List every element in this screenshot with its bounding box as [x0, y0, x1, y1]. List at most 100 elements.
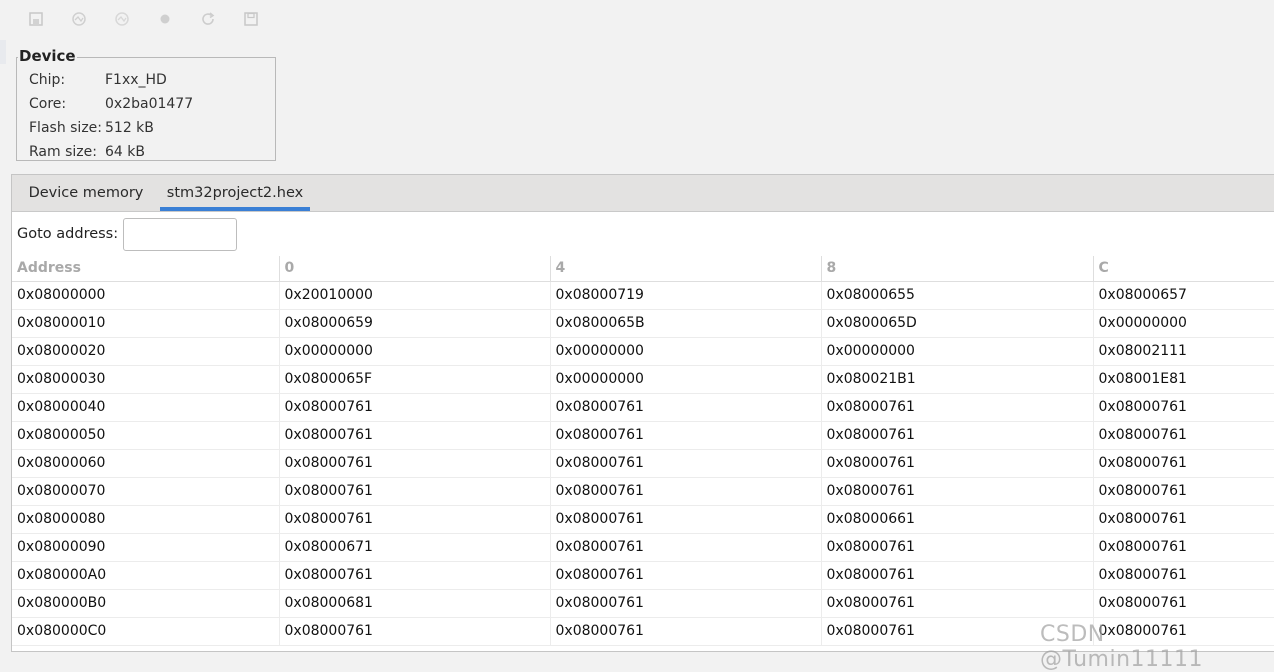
table-row[interactable]: 0x08000010 0x08000659 0x0800065B 0x0800065D… [12, 309, 1274, 338]
data-cell: 0x08000719 [550, 281, 822, 310]
chip-row: Chip: F1xx_HD [29, 71, 167, 89]
data-cell: 0x08000761 [821, 561, 1094, 590]
address-cell: 0x08000050 [12, 421, 280, 450]
flash-size-value: 512 kB [105, 120, 154, 136]
data-cell: 0x08000655 [821, 281, 1094, 310]
device-group-title: Device [18, 47, 77, 65]
header-offset-0[interactable]: 0 [279, 256, 551, 282]
data-cell: 0x08000761 [279, 421, 551, 450]
data-cell: 0x0800065F [279, 365, 551, 394]
table-row[interactable]: 0x08000090 0x08000671 0x08000761 0x08000761… [12, 533, 1274, 562]
header-address[interactable]: Address [12, 256, 280, 282]
save-icon[interactable] [229, 6, 272, 32]
memory-table: Address 0 4 8 C 0x08000000 0x20010000 0x08… [12, 256, 1274, 646]
data-cell: 0x08000761 [1093, 421, 1274, 450]
memory-table-container[interactable]: Address 0 4 8 C 0x08000000 0x20010000 0x08… [12, 256, 1274, 653]
data-cell: 0x08000761 [821, 477, 1094, 506]
address-cell: 0x080000C0 [12, 617, 280, 646]
core-label: Core: [29, 96, 67, 112]
address-cell: 0x08000090 [12, 533, 280, 562]
data-cell: 0x0800065D [821, 309, 1094, 338]
address-cell: 0x08000060 [12, 449, 280, 478]
data-cell: 0x08000761 [1093, 617, 1274, 646]
address-cell: 0x08000020 [12, 337, 280, 366]
data-cell: 0x08000761 [550, 477, 822, 506]
data-cell: 0x08000761 [550, 505, 822, 534]
connect-icon[interactable] [57, 6, 100, 32]
data-cell: 0x08000761 [1093, 477, 1274, 506]
data-cell: 0x08000761 [1093, 561, 1274, 590]
left-edge-marker [0, 40, 6, 64]
data-cell: 0x08000761 [1093, 505, 1274, 534]
table-row[interactable]: 0x08000080 0x08000761 0x08000761 0x08000661… [12, 505, 1274, 534]
data-cell: 0x08000761 [550, 449, 822, 478]
data-cell: 0x08000761 [821, 421, 1094, 450]
toolbar [14, 6, 272, 32]
data-cell: 0x08000761 [279, 505, 551, 534]
record-icon[interactable] [143, 6, 186, 32]
data-cell: 0x08000761 [1093, 449, 1274, 478]
ram-size-value: 64 kB [105, 144, 145, 160]
data-cell: 0x08000761 [550, 393, 822, 422]
data-cell: 0x0800065B [550, 309, 822, 338]
data-cell: 0x08000761 [821, 589, 1094, 618]
data-cell: 0x08000661 [821, 505, 1094, 534]
address-cell: 0x08000030 [12, 365, 280, 394]
address-cell: 0x08000010 [12, 309, 280, 338]
tab-bar: Device memory stm32project2.hex [12, 175, 1274, 212]
table-row[interactable]: 0x08000000 0x20010000 0x08000719 0x08000655… [12, 281, 1274, 310]
refresh-icon[interactable] [186, 6, 229, 32]
data-cell: 0x08000761 [550, 421, 822, 450]
data-cell: 0x08002111 [1093, 337, 1274, 366]
data-cell: 0x08000761 [279, 477, 551, 506]
goto-address-input[interactable] [123, 218, 237, 251]
data-cell: 0x08000761 [550, 561, 822, 590]
chip-value: F1xx_HD [105, 72, 167, 88]
chip-label: Chip: [29, 72, 66, 88]
table-row[interactable]: 0x08000020 0x00000000 0x00000000 0x00000000… [12, 337, 1274, 366]
address-cell: 0x080000B0 [12, 589, 280, 618]
header-offset-c[interactable]: C [1093, 256, 1274, 282]
table-row[interactable]: 0x08000030 0x0800065F 0x00000000 0x080021B1… [12, 365, 1274, 394]
save-device-icon[interactable] [14, 6, 57, 32]
data-cell: 0x08000761 [550, 533, 822, 562]
ram-size-row: Ram size: 64 kB [29, 143, 145, 161]
data-cell: 0x00000000 [550, 337, 822, 366]
core-row: Core: 0x2ba01477 [29, 95, 193, 113]
data-cell: 0x08000761 [821, 449, 1094, 478]
data-cell: 0x08000761 [279, 449, 551, 478]
tab-stm32project2-hex[interactable]: stm32project2.hex [160, 175, 310, 211]
data-cell: 0x080021B1 [821, 365, 1094, 394]
data-cell: 0x08000761 [1093, 393, 1274, 422]
address-cell: 0x08000080 [12, 505, 280, 534]
core-value: 0x2ba01477 [105, 96, 194, 112]
flash-size-row: Flash size: 512 kB [29, 119, 154, 137]
table-row[interactable]: 0x08000060 0x08000761 0x08000761 0x08000761… [12, 449, 1274, 478]
table-row[interactable]: 0x080000A0 0x08000761 0x08000761 0x08000761… [12, 561, 1274, 590]
data-cell: 0x08000681 [279, 589, 551, 618]
data-cell: 0x08001E81 [1093, 365, 1274, 394]
address-cell: 0x08000000 [12, 281, 280, 310]
device-info-group: Chip: F1xx_HD Core: 0x2ba01477 Flash size:… [16, 57, 276, 161]
data-cell: 0x00000000 [550, 365, 822, 394]
tab-device-memory[interactable]: Device memory [22, 175, 150, 211]
ram-size-label: Ram size: [29, 144, 97, 160]
data-cell: 0x00000000 [821, 337, 1094, 366]
table-row[interactable]: 0x08000050 0x08000761 0x08000761 0x08000761… [12, 421, 1274, 450]
data-cell: 0x08000761 [821, 393, 1094, 422]
table-row[interactable]: 0x080000B0 0x08000681 0x08000761 0x08000761… [12, 589, 1274, 618]
data-cell: 0x08000761 [279, 393, 551, 422]
data-cell: 0x08000761 [1093, 533, 1274, 562]
data-cell: 0x08000657 [1093, 281, 1274, 310]
header-offset-8[interactable]: 8 [821, 256, 1094, 282]
data-cell: 0x20010000 [279, 281, 551, 310]
address-cell: 0x08000040 [12, 393, 280, 422]
table-header-row: Address 0 4 8 C [12, 256, 1274, 282]
table-row[interactable]: 0x08000070 0x08000761 0x08000761 0x08000761… [12, 477, 1274, 506]
table-row[interactable]: 0x08000040 0x08000761 0x08000761 0x08000761… [12, 393, 1274, 422]
data-cell: 0x08000761 [279, 617, 551, 646]
table-row[interactable]: 0x080000C0 0x08000761 0x08000761 0x08000761… [12, 617, 1274, 646]
header-offset-4[interactable]: 4 [550, 256, 822, 282]
memory-panel: Device memory stm32project2.hex Goto add… [11, 174, 1274, 652]
disconnect-icon[interactable] [100, 6, 143, 32]
